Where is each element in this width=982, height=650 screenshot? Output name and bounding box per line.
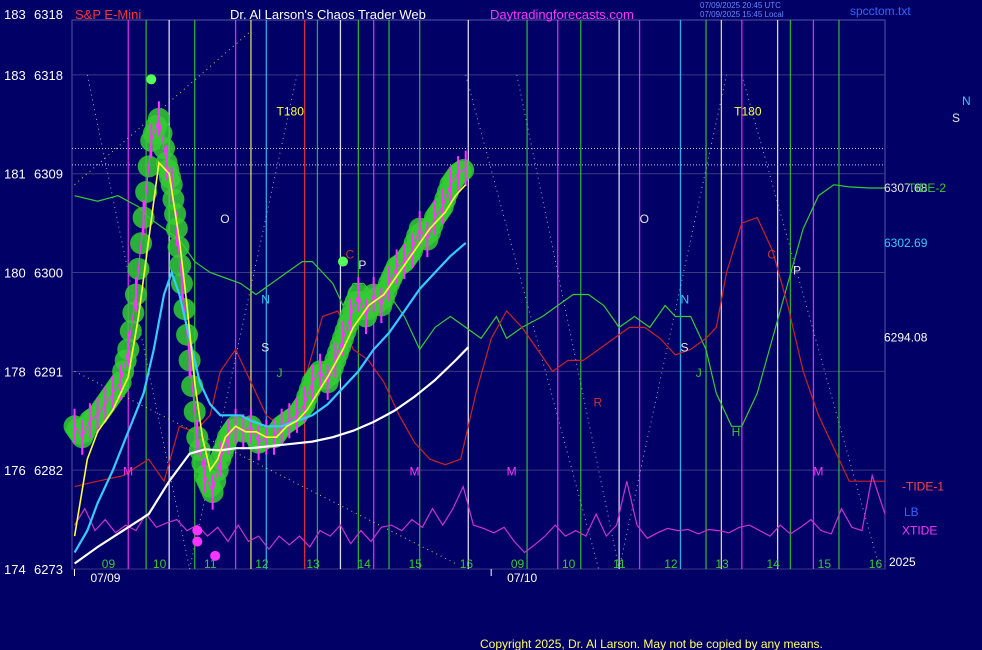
header-site-title: Dr. Al Larson's Chaos Trader Web bbox=[230, 7, 426, 22]
x-tick-label: 14 bbox=[357, 557, 371, 571]
cycle-marker: J bbox=[277, 366, 283, 380]
x-tick-label: 10 bbox=[153, 557, 167, 571]
y-tick-index: 181 bbox=[4, 167, 26, 182]
cycle-marker: J bbox=[696, 366, 702, 380]
header-timestamp-utc: 07/09/2025 20:45 UTC bbox=[700, 1, 781, 10]
y-tick-price: 6282 bbox=[34, 463, 63, 478]
price-low-dot bbox=[192, 525, 203, 536]
y-tick-price: 6309 bbox=[34, 167, 63, 182]
header-file-name: spcctom.txt bbox=[850, 4, 911, 18]
y-tick-index: 180 bbox=[4, 266, 26, 281]
header-left-price: 6318 bbox=[34, 7, 63, 22]
x-tick-label: 12 bbox=[664, 557, 678, 571]
right-label: N bbox=[962, 94, 971, 108]
cycle-marker: C bbox=[767, 247, 776, 261]
chart-svg: 183 6318 S&P E-Mini Dr. Al Larson's Chao… bbox=[0, 0, 982, 650]
right-label: XTIDE bbox=[902, 524, 937, 538]
x-tick-label: 13 bbox=[306, 557, 320, 571]
price-high-dot bbox=[146, 74, 157, 85]
x-tick-label: 11 bbox=[204, 557, 217, 571]
x-tick-label: 16 bbox=[869, 557, 883, 571]
cycle-marker: O bbox=[640, 212, 649, 226]
cycle-marker: C bbox=[346, 247, 355, 261]
x-tick-label: 12 bbox=[255, 557, 269, 571]
cycle-marker: M bbox=[813, 465, 823, 479]
cycle-marker: O bbox=[220, 212, 229, 226]
cycle-marker: S bbox=[680, 341, 688, 355]
header-left-number: 183 bbox=[4, 7, 26, 22]
y-tick-index: 174 bbox=[4, 562, 26, 577]
right-label: 6302.69 bbox=[884, 236, 928, 250]
cycle-marker: M bbox=[507, 465, 517, 479]
footer-copyright: Copyright 2025, Dr. Al Larson. May not b… bbox=[480, 637, 823, 650]
cycle-marker: S bbox=[261, 341, 269, 355]
x-tick-label: 15 bbox=[409, 557, 423, 571]
date-label: 07/09 bbox=[90, 571, 120, 585]
cycle-marker: M bbox=[409, 465, 419, 479]
y-tick-price: 6318 bbox=[34, 68, 63, 83]
y-tick-price: 6300 bbox=[34, 266, 63, 281]
x-tick-label: 16 bbox=[460, 557, 474, 571]
right-label: LB bbox=[904, 505, 919, 519]
x-tick-label: 09 bbox=[102, 557, 116, 571]
right-label: TIDE-2 bbox=[908, 181, 946, 195]
x-tick-label: 13 bbox=[715, 557, 729, 571]
right-label: S bbox=[952, 111, 960, 125]
header-site-url[interactable]: Daytradingforecasts.com bbox=[490, 7, 634, 22]
x-tick-label: 14 bbox=[767, 557, 781, 571]
y-tick-price: 6273 bbox=[34, 562, 63, 577]
cycle-marker: T180 bbox=[734, 105, 762, 119]
cycle-marker: N bbox=[680, 292, 689, 306]
cycle-marker: M bbox=[123, 465, 133, 479]
y-tick-index: 178 bbox=[4, 364, 26, 379]
x-tick-label: 09 bbox=[511, 557, 525, 571]
right-label: -TIDE-1 bbox=[902, 480, 944, 494]
cycle-marker: N bbox=[261, 292, 270, 306]
cycle-marker: R bbox=[594, 395, 603, 409]
y-tick-price: 6291 bbox=[34, 364, 63, 379]
x-tick-label: 15 bbox=[818, 557, 832, 571]
x-tick-label: 11 bbox=[613, 557, 626, 571]
year-label: 2025 bbox=[889, 555, 916, 569]
y-tick-index: 183 bbox=[4, 68, 26, 83]
cycle-marker: P bbox=[358, 258, 366, 272]
cycle-marker: T180 bbox=[277, 105, 305, 119]
date-label: 07/10 bbox=[507, 571, 537, 585]
cycle-marker: P bbox=[793, 264, 801, 278]
y-tick-index: 176 bbox=[4, 463, 26, 478]
right-label: 6294.08 bbox=[884, 330, 928, 344]
cycle-marker: H bbox=[732, 425, 741, 439]
price-low-dot bbox=[192, 536, 203, 547]
header-timestamp-local: 07/09/2025 15:45 Local bbox=[700, 10, 784, 19]
header-symbol: S&P E-Mini bbox=[75, 7, 141, 22]
x-tick-label: 10 bbox=[562, 557, 576, 571]
